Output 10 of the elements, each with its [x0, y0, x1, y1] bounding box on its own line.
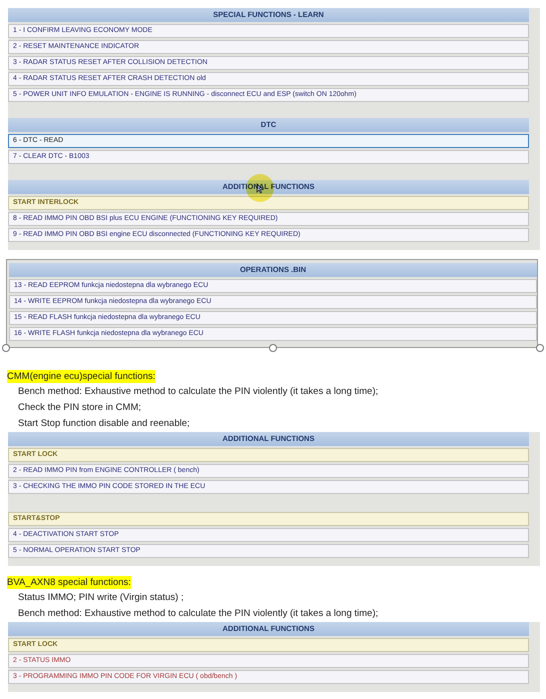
- resize-handle[interactable]: [2, 344, 10, 352]
- highlighted-heading: CMM(engine ecu)special functions:: [7, 370, 156, 382]
- resize-handle[interactable]: [269, 344, 277, 352]
- body-text: Bench method: Exhaustive method to calculate the PIN violently (it takes a long time);: [18, 384, 378, 399]
- body-text: Start Stop function disable and reenable;: [18, 416, 190, 431]
- body-text: Status IMMO; PIN write (Virgin status) ;: [18, 590, 184, 605]
- body-text: Bench method: Exhaustive method to calculate the PIN violently (it takes a long time);: [18, 606, 378, 621]
- highlighted-heading: BVA_AXN8 special functions:: [7, 576, 131, 588]
- resize-handle[interactable]: [536, 344, 544, 352]
- body-text: Check the PIN store in CMM;: [18, 400, 142, 415]
